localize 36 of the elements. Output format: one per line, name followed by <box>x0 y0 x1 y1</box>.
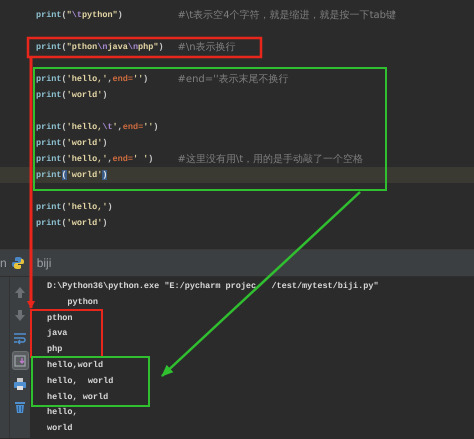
console-line: java <box>47 327 68 340</box>
up-arrow-icon <box>13 284 27 298</box>
printer-button[interactable] <box>12 375 28 392</box>
code-line: print('hello,\t',end='') <box>36 120 160 134</box>
code-comment: #\t表示空4个字符，就是缩进，就是按一下tab键 <box>178 8 396 22</box>
console-line: world <box>47 422 74 436</box>
code-line: print('world') <box>36 216 108 230</box>
printer-icon <box>13 376 27 390</box>
code-comment: #end=''表示末尾不换行 <box>178 72 289 86</box>
code-comment: #这里没有用\t，用的是手动敲了一个空格 <box>178 152 364 166</box>
console-line: python <box>66 296 100 309</box>
code-comment: #\n表示换行 <box>178 40 236 54</box>
code-line: print('hello,') <box>36 200 114 214</box>
console-line: pthon <box>47 312 74 325</box>
scroll-to-end-icon <box>13 354 27 368</box>
scroll-to-end-button[interactable] <box>12 352 28 369</box>
console-line: hello, world <box>47 390 110 404</box>
code-line: print("pthon\njava\nphp") <box>36 40 165 54</box>
code-line: print('world') <box>36 168 108 182</box>
code-line: print('world') <box>36 136 108 150</box>
tab-label[interactable]: biji <box>36 254 52 272</box>
down-arrow-icon <box>13 308 27 322</box>
console-line: hello, <box>47 406 79 420</box>
console-text: /test/mytest/biji.py" <box>271 280 379 293</box>
console-line: hello,world <box>47 358 104 372</box>
console-text: D:\Python36\python.exe "E:/pycharm projec <box>47 280 256 293</box>
trash-icon <box>13 400 27 414</box>
tab-label[interactable]: n <box>0 254 7 272</box>
code-line: print("\tpython") <box>36 8 124 22</box>
code-line: print('world') <box>36 88 108 102</box>
console-line: hello, world <box>47 374 114 388</box>
python-icon <box>10 256 25 270</box>
soft-wrap-icon <box>13 330 27 344</box>
code-line: print('hello,',end=' ') <box>36 152 154 166</box>
console-line: php <box>47 343 64 356</box>
code-line: print('hello,',end='') <box>36 72 150 86</box>
